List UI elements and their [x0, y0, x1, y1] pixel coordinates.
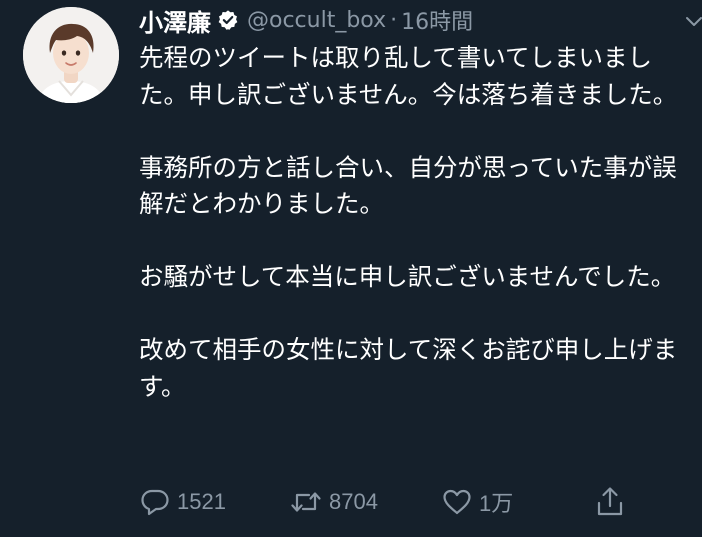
reply-button[interactable]: 1521: [139, 484, 226, 520]
tweet-text: 先程のツイートは取り乱して書いてしまいました。申し訳ございません。今は落ち着きま…: [139, 40, 695, 405]
tweet-paragraph: お騒がせして本当に申し訳ございませんでした。: [139, 262, 676, 291]
heart-icon: [443, 489, 471, 515]
share-icon: [597, 487, 623, 516]
retweet-count: 8704: [329, 489, 378, 514]
retweet-button[interactable]: 8704: [289, 484, 378, 520]
separator-dot: ·: [390, 7, 398, 33]
retweet-icon: [291, 492, 321, 512]
tweet-header: 小澤廉 @occult_box · 16時間: [139, 3, 473, 37]
tweet-paragraph: 先程のツイートは取り乱して書いてしまいました。申し訳ございません。今は落ち着きま…: [139, 43, 678, 109]
like-button[interactable]: 1万: [441, 484, 513, 520]
chevron-down-icon[interactable]: [684, 12, 702, 32]
reply-icon: [141, 489, 169, 516]
tweet-timestamp[interactable]: 16時間: [401, 4, 473, 36]
avatar[interactable]: [23, 7, 119, 103]
display-name[interactable]: 小澤廉: [139, 3, 211, 38]
tweet: 小澤廉 @occult_box · 16時間 先程のツイートは取り乱して書いてし…: [0, 0, 702, 537]
like-count: 1万: [479, 491, 514, 516]
tweet-paragraph: 改めて相手の女性に対して深くお詫び申し上げます。: [139, 335, 678, 401]
verified-badge-icon: [217, 9, 239, 31]
tweet-actions: 1521 8704 1万: [139, 484, 699, 520]
user-handle[interactable]: @occult_box: [247, 8, 386, 33]
share-button[interactable]: [594, 484, 626, 520]
tweet-paragraph: 事務所の方と話し合い、自分が思っていた事が誤解だとわかりました。: [139, 152, 677, 219]
reply-count: 1521: [177, 489, 226, 514]
avatar-photo: [23, 7, 119, 103]
